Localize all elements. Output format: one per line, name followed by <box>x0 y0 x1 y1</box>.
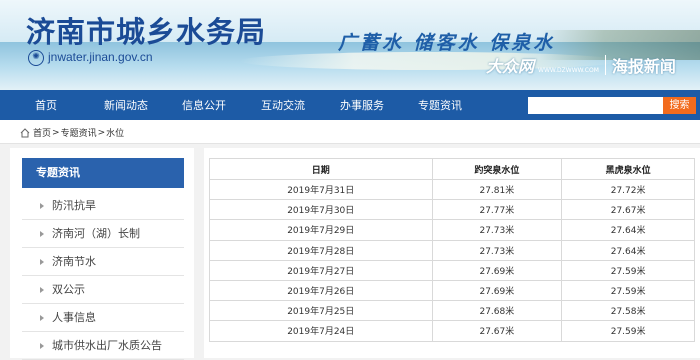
cell-baotu-level: 27.68米 <box>431 300 563 322</box>
nav-info-public[interactable]: 信息公开 <box>178 97 230 113</box>
partner-logo-sub: WWW.DZWWW.COM <box>538 66 599 74</box>
partner-logo[interactable]: 大众网 WWW.DZWWW.COM 海报新闻 <box>486 52 676 78</box>
triangle-right-icon <box>40 231 44 237</box>
table-row: 2019年7月24日 27.67米 27.59米 <box>209 320 695 342</box>
breadcrumb-separator: > <box>97 127 106 138</box>
emblem-icon: ✺ <box>28 50 44 66</box>
column-header-heihu: 黑虎泉水位 <box>561 158 695 180</box>
slogan: 广蓄水 储客水 保泉水 <box>338 32 556 54</box>
search-input[interactable] <box>528 97 663 114</box>
nav-services[interactable]: 办事服务 <box>336 97 388 113</box>
triangle-right-icon <box>40 287 44 293</box>
table-header-row: 日期 趵突泉水位 黑虎泉水位 <box>209 158 695 180</box>
content-panel: 日期 趵突泉水位 黑虎泉水位 2019年7月31日 27.81米 27.72米 201… <box>204 148 700 358</box>
nav-home[interactable]: 首页 <box>28 97 64 113</box>
sidebar-item-water-quality[interactable]: 城市供水出厂水质公告 <box>22 332 184 360</box>
cell-heihu-level: 27.59米 <box>561 320 695 342</box>
column-header-date: 日期 <box>209 158 433 180</box>
table-row: 2019年7月31日 27.81米 27.72米 <box>209 178 695 201</box>
cell-date: 2019年7月27日 <box>209 259 433 281</box>
sidebar-item-personnel[interactable]: 人事信息 <box>22 304 184 332</box>
sidebar-list: 防汛抗旱 济南河（湖）长制 济南节水 双公示 人事信息 城市供水出厂水质公告 <box>22 192 184 360</box>
breadcrumb: 首页 > 专题资讯 > 水位 <box>20 126 124 139</box>
site-url: jnwater.jinan.gov.cn <box>48 50 153 64</box>
cell-baotu-level: 27.69米 <box>431 279 563 302</box>
sidebar: 专题资讯 防汛抗旱 济南河（湖）长制 济南节水 双公示 人事信息 城市供水出厂水… <box>10 148 194 360</box>
cell-baotu-level: 27.81米 <box>431 178 563 201</box>
cell-date: 2019年7月31日 <box>209 178 433 201</box>
breadcrumb-topics[interactable]: 专题资讯 <box>61 126 97 139</box>
table-row: 2019年7月28日 27.73米 27.64米 <box>209 239 695 261</box>
cell-heihu-level: 27.72米 <box>561 178 695 201</box>
table-row: 2019年7月27日 27.69米 27.59米 <box>209 259 695 281</box>
partner-logo-text: 大众网 <box>486 57 535 76</box>
nav-topics[interactable]: 专题资讯 <box>414 97 466 113</box>
sidebar-item-dual-publicity[interactable]: 双公示 <box>22 276 184 304</box>
cell-baotu-level: 27.67米 <box>431 320 563 342</box>
cell-baotu-level: 27.69米 <box>431 259 563 281</box>
search-button[interactable]: 搜索 <box>663 97 696 114</box>
cell-baotu-level: 27.73米 <box>431 239 563 261</box>
cell-date: 2019年7月25日 <box>209 300 433 322</box>
cell-heihu-level: 27.58米 <box>561 300 695 322</box>
table-row: 2019年7月25日 27.68米 27.58米 <box>209 300 695 322</box>
cell-heihu-level: 27.64米 <box>561 219 695 241</box>
triangle-right-icon <box>40 343 44 349</box>
column-header-baotu: 趵突泉水位 <box>431 158 563 180</box>
home-icon <box>20 127 30 137</box>
table-row: 2019年7月30日 27.77米 27.67米 <box>209 199 695 221</box>
cell-heihu-level: 27.59米 <box>561 279 695 302</box>
nav-news[interactable]: 新闻动态 <box>100 97 152 113</box>
sidebar-item-flood[interactable]: 防汛抗旱 <box>22 192 184 220</box>
cell-heihu-level: 27.64米 <box>561 239 695 261</box>
header-banner: 济南市城乡水务局 ✺ jnwater.jinan.gov.cn 广蓄水 储客水 … <box>0 0 700 90</box>
sidebar-title: 专题资讯 <box>22 158 184 188</box>
table-row: 2019年7月29日 27.73米 27.64米 <box>209 219 695 241</box>
water-level-table: 日期 趵突泉水位 黑虎泉水位 2019年7月31日 27.81米 27.72米 201… <box>209 158 695 342</box>
sidebar-item-water-saving[interactable]: 济南节水 <box>22 248 184 276</box>
table-row: 2019年7月26日 27.69米 27.59米 <box>209 279 695 302</box>
cell-baotu-level: 27.77米 <box>431 199 563 221</box>
triangle-right-icon <box>40 315 44 321</box>
breadcrumb-separator: > <box>52 127 60 138</box>
breadcrumb-home[interactable]: 首页 <box>33 126 51 139</box>
main-nav: 首页 新闻动态 信息公开 互动交流 办事服务 专题资讯 搜索 <box>0 90 700 120</box>
triangle-right-icon <box>40 203 44 209</box>
triangle-right-icon <box>40 259 44 265</box>
sidebar-item-river-chief[interactable]: 济南河（湖）长制 <box>22 220 184 248</box>
cell-date: 2019年7月28日 <box>209 239 433 261</box>
cell-date: 2019年7月26日 <box>209 279 433 302</box>
cell-date: 2019年7月29日 <box>209 219 433 241</box>
cell-heihu-level: 27.67米 <box>561 199 695 221</box>
cell-heihu-level: 27.59米 <box>561 259 695 281</box>
partner-name: 海报新闻 <box>611 57 676 76</box>
breadcrumb-bar: 首页 > 专题资讯 > 水位 <box>0 120 700 144</box>
cell-baotu-level: 27.73米 <box>431 219 563 241</box>
nav-interaction[interactable]: 互动交流 <box>257 97 309 113</box>
cell-date: 2019年7月24日 <box>209 320 433 342</box>
site-name[interactable]: 济南市城乡水务局 <box>26 9 266 51</box>
breadcrumb-current[interactable]: 水位 <box>106 126 124 139</box>
cell-date: 2019年7月30日 <box>209 199 433 221</box>
